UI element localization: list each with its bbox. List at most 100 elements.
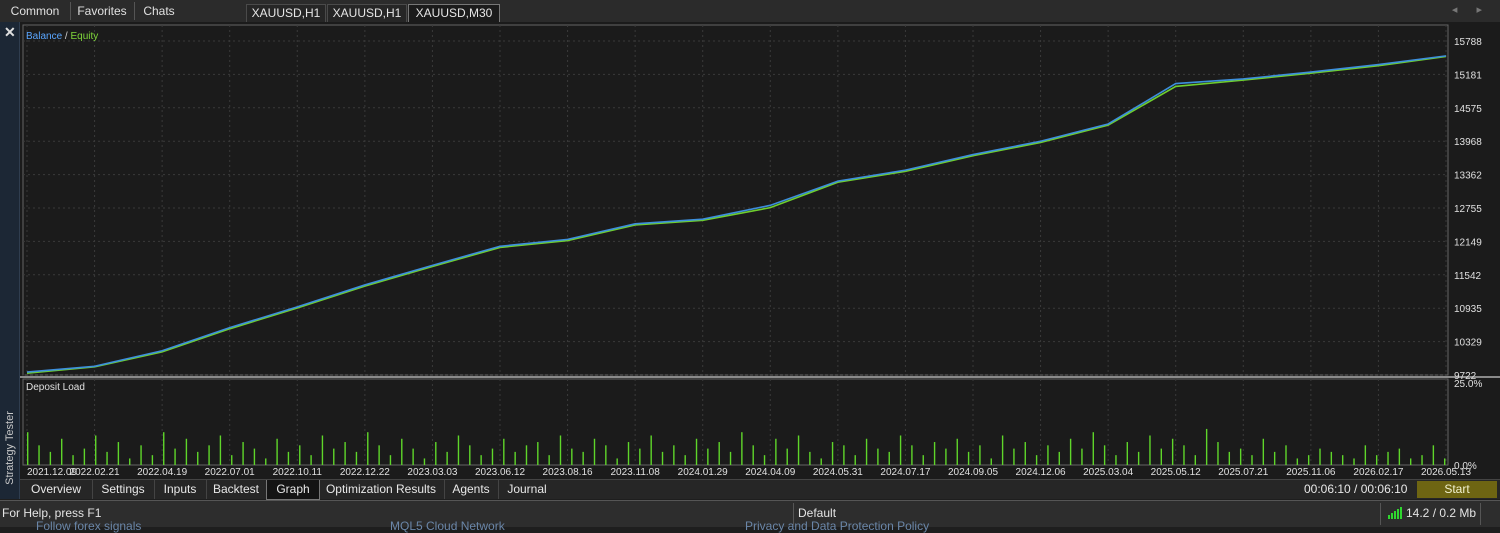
deposit-load-bar [593, 438, 596, 465]
tab-journal[interactable]: Journal [498, 480, 556, 499]
deposit-load-bar [899, 435, 902, 465]
deposit-load-bar [1183, 445, 1185, 465]
deposit-load-bar [276, 438, 278, 465]
deposit-load-bar [752, 445, 754, 465]
deposit-load-bar [61, 438, 63, 465]
main-plot-area [22, 24, 1449, 376]
deposit-load-bar [1421, 455, 1423, 465]
deposit-load-bar [1444, 458, 1446, 465]
chart-tab-xauusd-h1-1[interactable]: XAUUSD,H1 [246, 4, 326, 22]
deposit-load-bar [922, 455, 924, 465]
link-follow-forex-signals[interactable]: Follow forex signals [36, 519, 141, 533]
deposit-load-bar [242, 442, 244, 465]
deposit-load-bar [854, 455, 856, 465]
link-privacy-policy[interactable]: Privacy and Data Protection Policy [745, 519, 929, 533]
chart-tab-xauusd-h1-2[interactable]: XAUUSD,H1 [327, 4, 407, 22]
tester-tab-bar: Overview Settings Inputs Backtest Graph … [20, 479, 1500, 500]
tab-settings[interactable]: Settings [92, 480, 155, 499]
x-tick-label: 2022.02.21 [70, 467, 120, 478]
deposit-load-bar [389, 455, 392, 465]
chart-legend: Balance / Equity [26, 31, 98, 42]
deposit-load-bar [1353, 458, 1355, 465]
x-tick-label: 2024.04.09 [745, 467, 795, 478]
deposit-load-bar [231, 455, 233, 465]
deposit-load-bar [310, 455, 312, 465]
deposit-load-bar [1115, 455, 1117, 465]
deposit-load-bar [605, 445, 607, 465]
status-divider [1480, 503, 1481, 525]
x-tick-label: 2022.04.19 [137, 467, 187, 478]
deposit-load-bar [95, 435, 97, 465]
chart-tab-xauusd-m30[interactable]: XAUUSD,M30 [408, 4, 500, 22]
y-tick-label: 12755 [1454, 204, 1482, 215]
deposit-load-bar [1126, 442, 1128, 465]
deposit-load-bar [129, 458, 131, 465]
deposit-load-bar [1092, 432, 1094, 465]
legend-separator: / [62, 31, 70, 42]
deposit-load-bar [1103, 445, 1106, 465]
deposit-load-bar [1217, 442, 1219, 465]
deposit-load-bar [1001, 435, 1004, 465]
tab-graph[interactable]: Graph [266, 480, 320, 500]
deposit-load-bar [1432, 445, 1435, 465]
tab-chats[interactable]: Chats [134, 2, 184, 20]
tab-scroll-arrows-icon[interactable]: ◂ ▸ [1452, 3, 1490, 16]
x-tick-label: 2022.07.01 [205, 467, 255, 478]
connection-bars-icon [1388, 507, 1402, 522]
status-divider [793, 503, 794, 525]
deposit-load-bar [639, 448, 641, 465]
tab-backtest[interactable]: Backtest [206, 480, 267, 499]
x-tick-label: 2025.11.06 [1286, 467, 1336, 478]
link-mql5-cloud-network[interactable]: MQL5 Cloud Network [390, 519, 505, 533]
deposit-load-bar [1194, 455, 1197, 465]
start-button[interactable]: Start [1417, 481, 1497, 498]
deposit-load-bar [707, 448, 709, 465]
deposit-load-bar [1251, 455, 1253, 465]
deposit-load-bar [1081, 448, 1083, 465]
deposit-load-bar [571, 448, 573, 465]
tab-favorites[interactable]: Favorites [70, 2, 135, 20]
deposit-load-bar [27, 432, 29, 465]
legend-balance: Balance [26, 31, 63, 42]
deposit-load-bar [809, 451, 811, 465]
x-tick-label: 2022.10.11 [273, 467, 323, 478]
y-tick-label: 15181 [1454, 70, 1482, 81]
close-icon[interactable]: ✕ [4, 24, 16, 41]
deposit-load-bar [1047, 445, 1049, 465]
status-divider [1380, 503, 1381, 525]
x-tick-label: 2026.05.13 [1421, 467, 1471, 478]
deposit-load-bar [673, 445, 675, 465]
x-tick-label: 2024.12.06 [1016, 467, 1066, 478]
tab-agents[interactable]: Agents [444, 480, 499, 499]
tab-inputs[interactable]: Inputs [154, 480, 207, 499]
deposit-load-bar [480, 455, 482, 465]
deposit-load-bar [945, 448, 947, 465]
deposit-load-bar [1296, 458, 1299, 465]
deposit-load-bar [265, 458, 267, 465]
deposit-load-bar [378, 445, 380, 465]
deposit-load-bar [1035, 455, 1038, 465]
deposit-load-bar [525, 445, 528, 465]
x-axis-ticks: 2021.12.092022.02.21 2022.04.19 2022.07.01… [27, 467, 1471, 478]
deposit-load-bar [888, 451, 890, 465]
x-tick-label: 2023.06.12 [475, 467, 525, 478]
deposit-load-bar [1069, 438, 1072, 465]
deposit-load-bar [1387, 451, 1389, 465]
deposit-load-bar [491, 448, 494, 465]
deposit-load-bar [514, 451, 516, 465]
tab-optimization-results[interactable]: Optimization Results [318, 480, 445, 499]
tab-common[interactable]: Common [0, 2, 71, 20]
tab-overview[interactable]: Overview [20, 480, 93, 499]
deposit-load-bar [174, 448, 176, 465]
legend-equity: Equity [70, 31, 98, 42]
chart-svg: 15788 15181 14575 13968 13362 12755 12149 11542… [20, 22, 1500, 480]
deposit-load-bar [786, 448, 788, 465]
deposit-load-bar [72, 455, 74, 465]
deposit-load-bar [877, 448, 879, 465]
deposit-load-bar [367, 432, 369, 465]
profile-name: Default [798, 506, 837, 520]
deposit-load-bar [208, 445, 210, 465]
x-tick-label: 2024.07.17 [880, 467, 930, 478]
deposit-load-bar [287, 451, 290, 465]
deposit-load-bar [106, 451, 108, 465]
